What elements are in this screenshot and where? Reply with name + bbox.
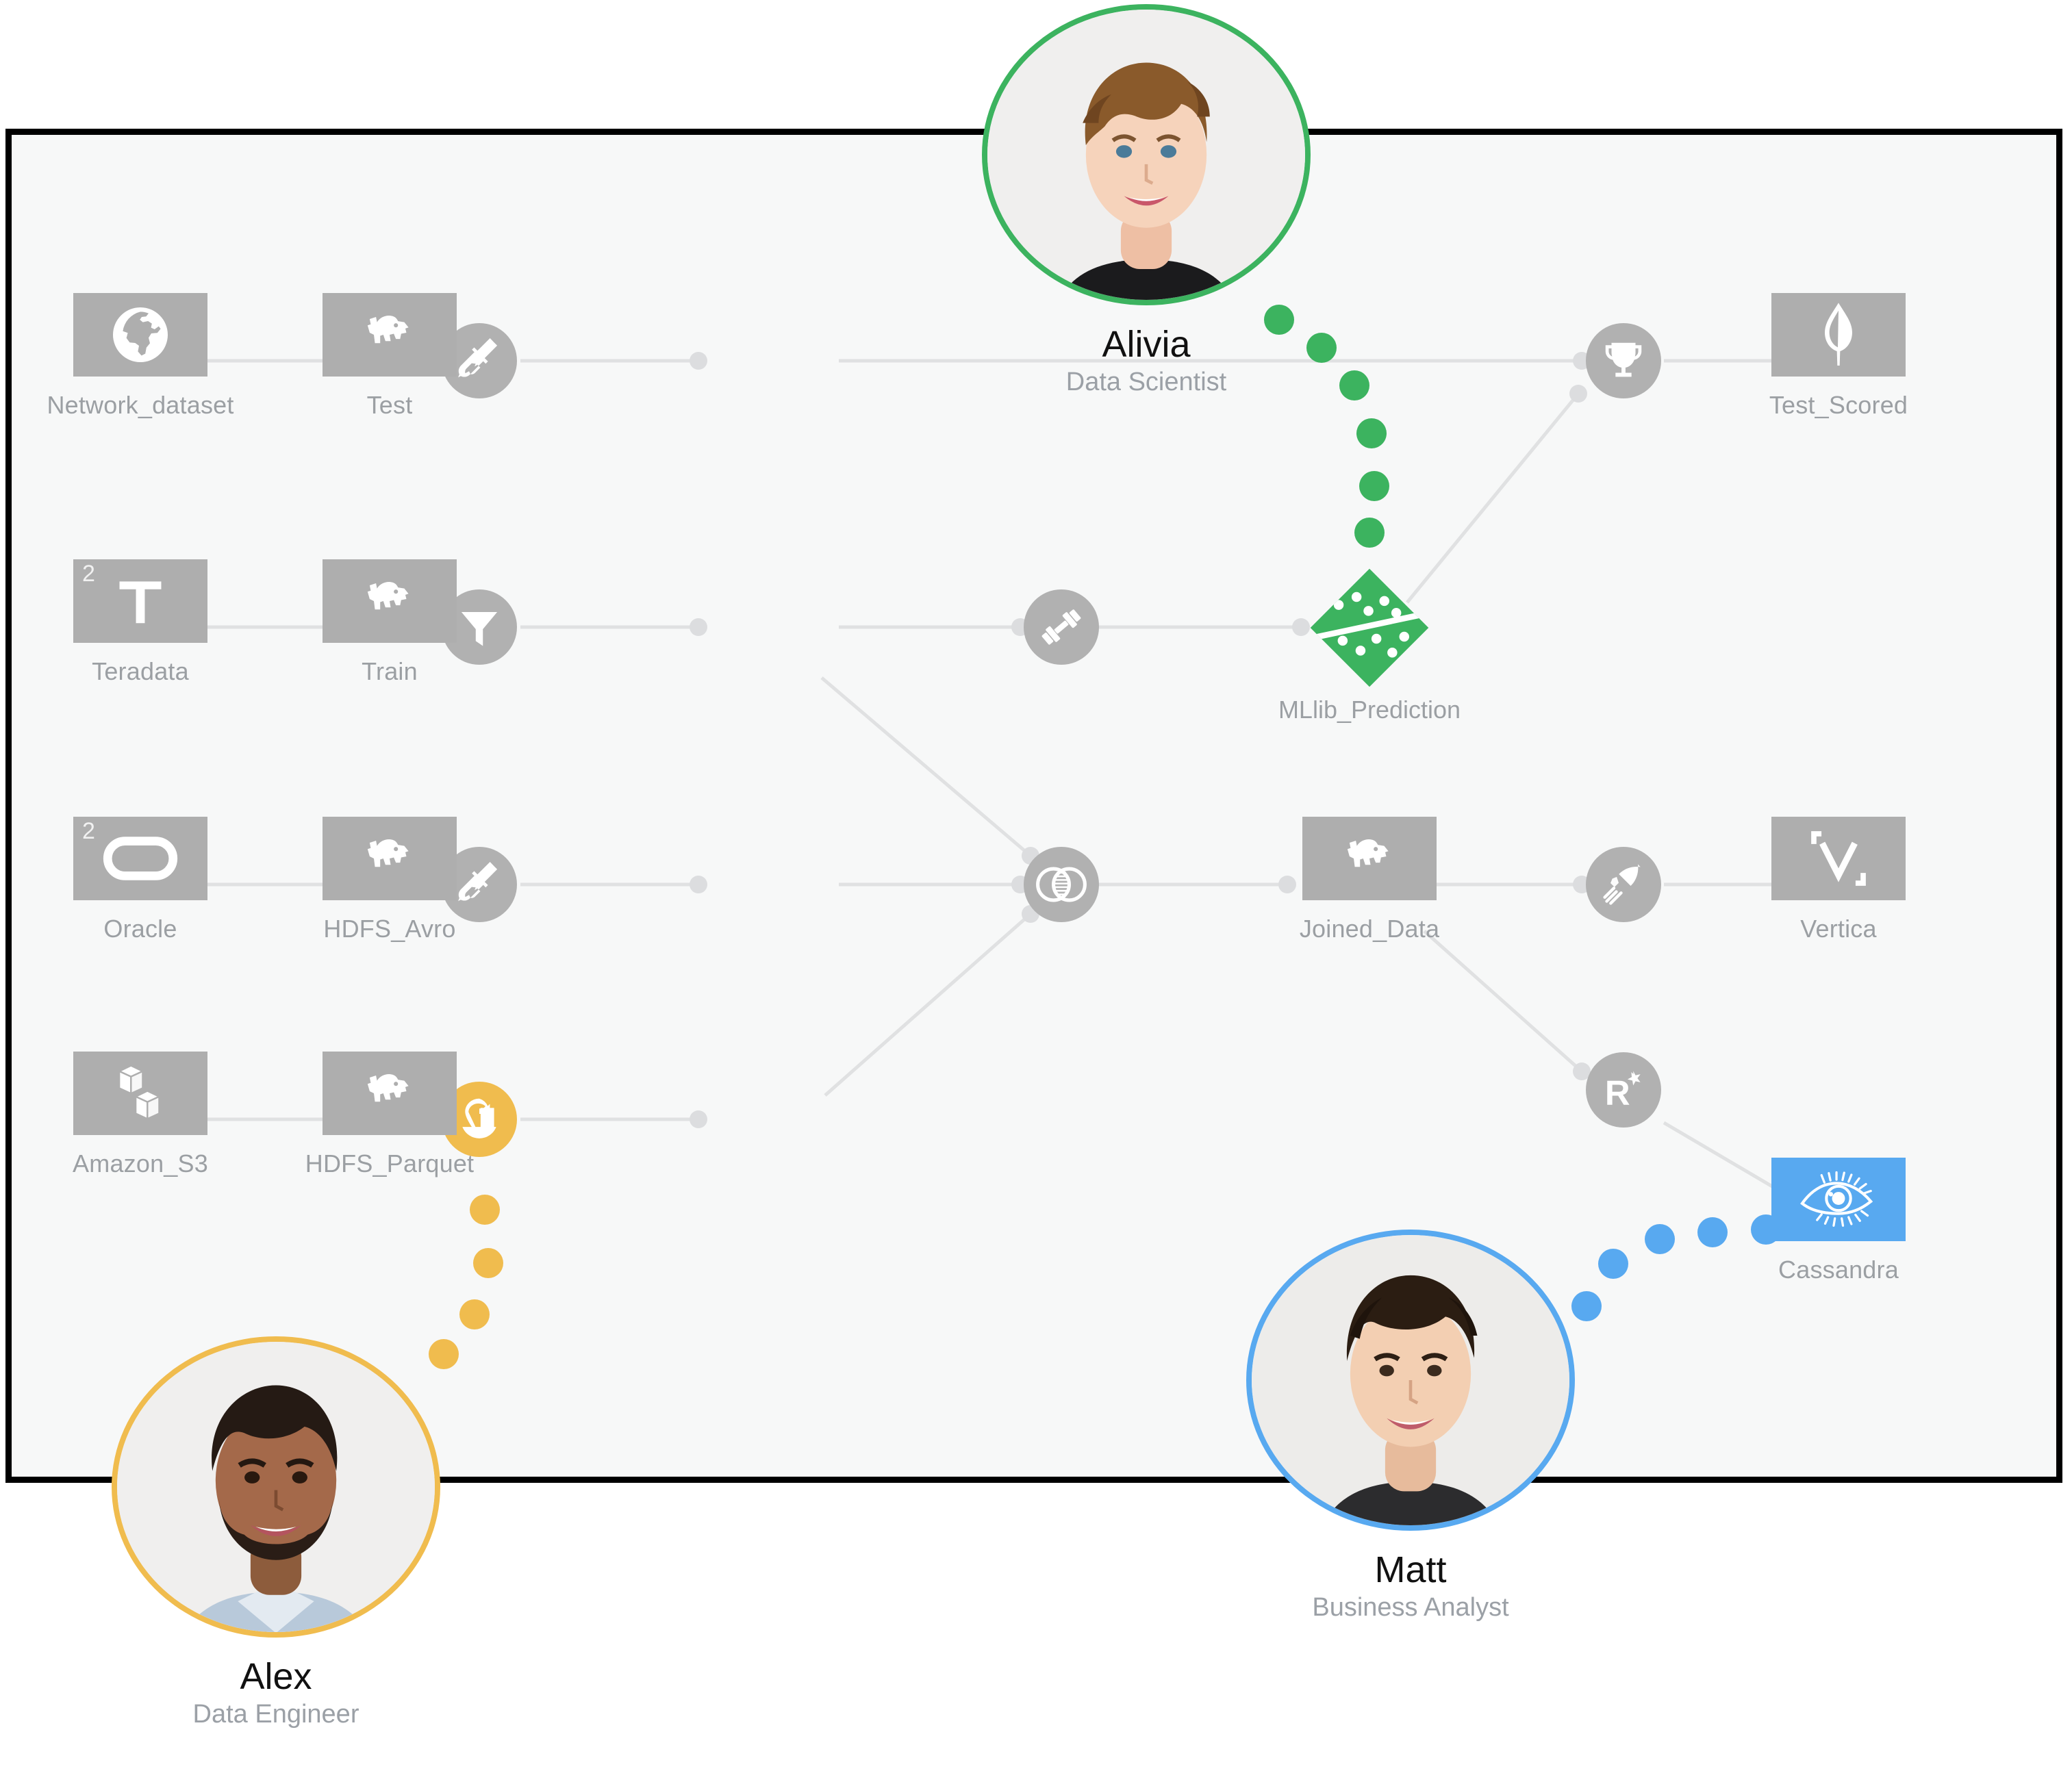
eye-icon — [1771, 1158, 1906, 1241]
avatar — [1246, 1230, 1575, 1531]
teradata-t-icon: 2 — [49, 535, 207, 643]
funnel-icon — [461, 612, 498, 646]
node-label: Test_Scored — [1769, 391, 1908, 419]
svg-text:R: R — [1605, 1073, 1630, 1112]
operator-venn-join-icon[interactable] — [1024, 847, 1099, 922]
scatter-model-icon — [1310, 568, 1429, 687]
node-cassandra[interactable]: Cassandra — [1771, 1158, 1906, 1284]
node-label: HDFS_Parquet — [305, 1149, 475, 1178]
node-label: MLlib_Prediction — [1278, 696, 1461, 724]
node-label: Cassandra — [1778, 1256, 1899, 1284]
person-name: Matt — [1374, 1549, 1447, 1590]
node-label: Train — [362, 657, 418, 685]
rocket-icon — [1603, 864, 1641, 905]
trophy-icon — [1605, 342, 1642, 377]
oracle-o-icon: 2 — [49, 792, 207, 900]
dumbbell-icon — [1041, 609, 1081, 645]
node-label: Oracle — [103, 915, 177, 943]
broom-icon — [458, 862, 498, 902]
operator-r-star-icon[interactable]: R — [1586, 1052, 1661, 1128]
node-joined-data[interactable]: Joined_Data — [1299, 817, 1440, 943]
avatar — [982, 4, 1311, 305]
person-alivia[interactable]: Alivia Data Scientist — [975, 4, 1317, 397]
hadoop-icon — [323, 1052, 457, 1135]
operator-trophy-icon[interactable] — [1586, 323, 1661, 398]
node-train[interactable]: Train — [323, 559, 457, 686]
node-test[interactable]: Test — [323, 293, 457, 420]
hadoop-icon — [1302, 817, 1437, 900]
node-label: Test — [366, 391, 413, 419]
r-star-icon: R — [1605, 1071, 1641, 1112]
node-label: Amazon_S3 — [73, 1149, 208, 1178]
person-role: Data Engineer — [192, 1700, 359, 1729]
node-hdfs-avro[interactable]: HDFS_Avro — [323, 817, 457, 943]
mongodb-leaf-icon — [1771, 293, 1906, 377]
node-label: Joined_Data — [1299, 915, 1440, 943]
operator-dumbbell-icon[interactable] — [1024, 589, 1099, 665]
node-label: Vertica — [1800, 915, 1877, 943]
venn-join-icon — [1036, 867, 1087, 902]
node-label: Network_dataset — [47, 391, 234, 419]
broom-icon — [458, 338, 498, 378]
node-amazon-s3[interactable]: Amazon_S3 — [73, 1052, 208, 1178]
person-matt[interactable]: Matt Business Analyst — [1239, 1230, 1582, 1622]
hadoop-icon — [323, 559, 457, 643]
s3-cubes-icon — [73, 1052, 207, 1135]
diagram-stage: Network_dataset Test Test_Scored 2 Terad… — [0, 0, 2072, 1782]
person-alex[interactable]: Alex Data Engineer — [105, 1336, 447, 1729]
node-hdfs-parquet[interactable]: HDFS_Parquet — [305, 1052, 474, 1178]
node-mllib-prediction[interactable]: MLlib_Prediction — [1278, 568, 1461, 724]
person-name: Alex — [240, 1656, 312, 1697]
stack-count-badge: 2 — [82, 561, 95, 587]
person-role: Data Scientist — [1065, 368, 1227, 397]
node-network-dataset[interactable]: Network_dataset — [47, 293, 233, 420]
person-role: Business Analyst — [1312, 1593, 1509, 1622]
avatar — [112, 1336, 440, 1638]
operator-rocket-icon[interactable] — [1586, 847, 1661, 922]
stack-count-badge: 2 — [82, 818, 95, 844]
node-vertica[interactable]: Vertica — [1771, 817, 1906, 943]
node-oracle[interactable]: 2 Oracle — [49, 792, 207, 943]
person-name: Alivia — [1102, 324, 1191, 365]
hadoop-icon — [323, 817, 457, 900]
vertica-v-icon — [1771, 817, 1906, 900]
globe-icon — [73, 293, 207, 377]
node-label: HDFS_Avro — [323, 915, 456, 943]
hadoop-icon — [323, 293, 457, 377]
node-label: Teradata — [92, 657, 189, 685]
node-teradata[interactable]: 2 Teradata — [49, 535, 207, 686]
node-test-scored[interactable]: Test_Scored — [1769, 293, 1908, 420]
blend-icon — [462, 1098, 496, 1138]
